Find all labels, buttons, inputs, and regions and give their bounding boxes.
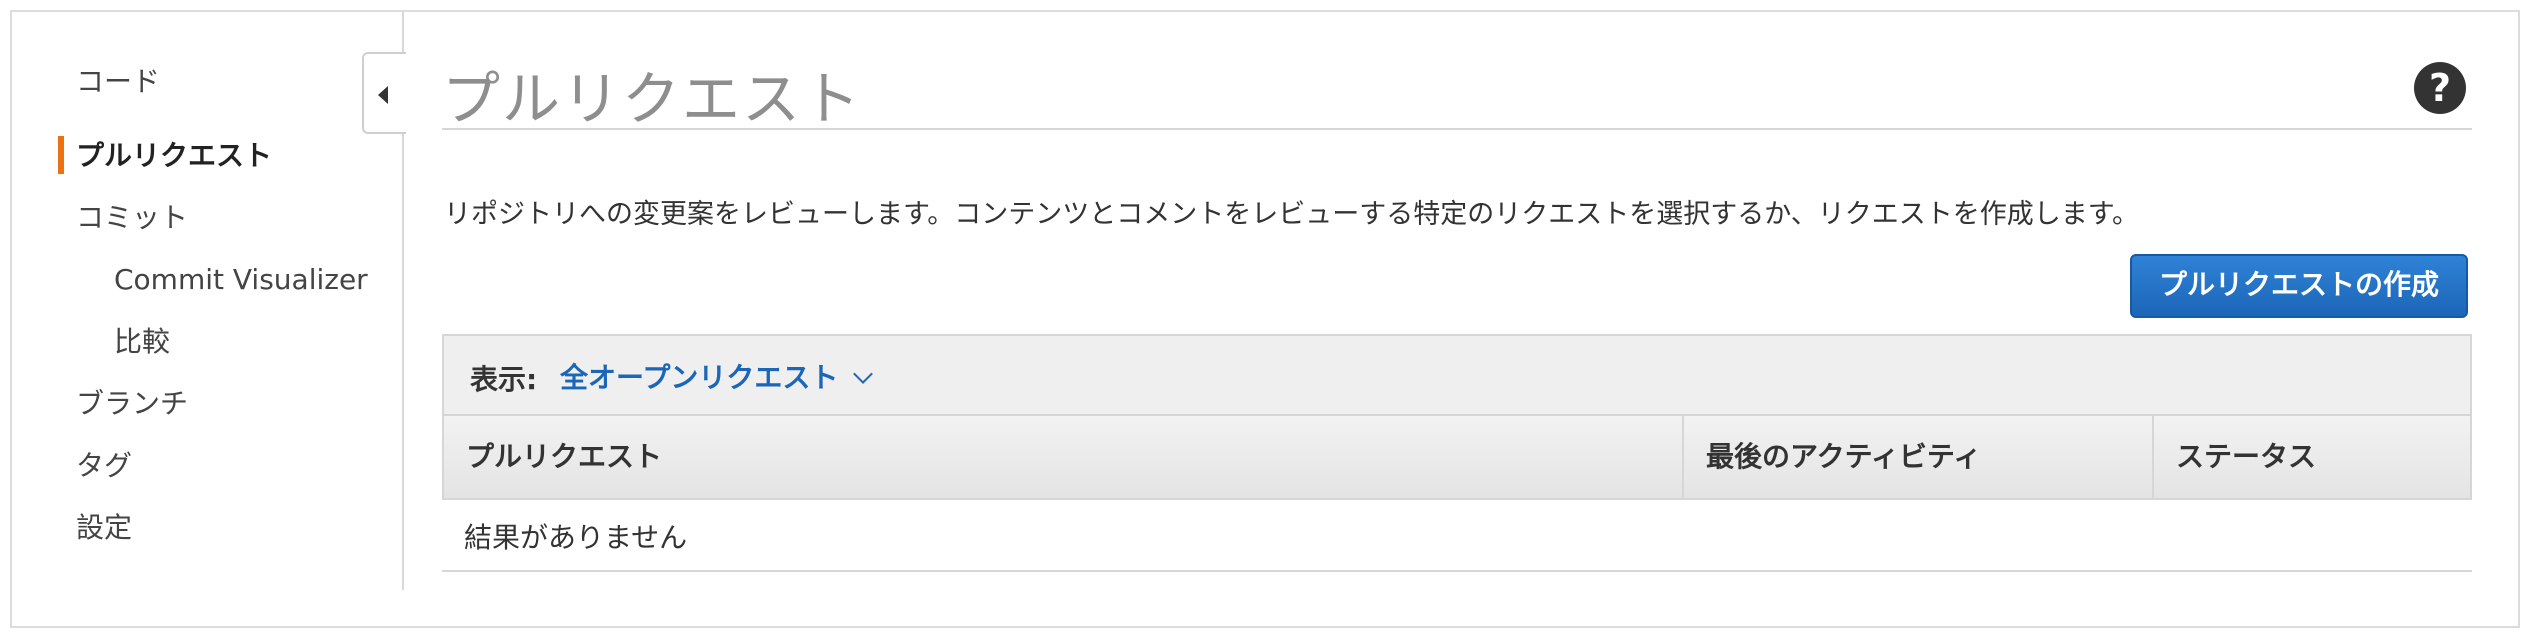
sidebar-item-branches[interactable]: ブランチ [76,386,188,422]
empty-message: 結果がありません [464,521,688,554]
sidebar-item-pull-requests[interactable]: プルリクエスト [76,138,272,174]
filter-label: 表示: [470,363,538,396]
create-pull-request-button[interactable]: プルリクエストの作成 [2130,254,2468,318]
filter-selected-value: 全オープンリクエスト [560,361,839,394]
sidebar-item-commit-visualizer[interactable]: Commit Visualizer [114,262,368,298]
page-title: プルリクエスト [442,65,863,133]
sidebar-item-commits[interactable]: コミット [76,200,188,236]
sidebar: コード プルリクエスト コミット Commit Visualizer 比較 ブラ… [12,12,404,590]
sidebar-collapse-button[interactable] [362,52,406,134]
sidebar-item-code[interactable]: コード [76,64,160,100]
filter-dropdown[interactable]: 全オープンリクエスト [560,356,874,396]
help-icon[interactable]: ? [2414,62,2466,114]
app-frame: コード プルリクエスト コミット Commit Visualizer 比較 ブラ… [10,10,2520,628]
filter-bar: 表示: 全オープンリクエスト [442,334,2472,416]
chevron-down-icon [853,364,874,384]
caret-left-icon [378,86,388,104]
column-header-status[interactable]: ステータス [2152,416,2472,498]
sidebar-item-compare[interactable]: 比較 [114,324,170,360]
active-indicator [58,136,64,174]
title-divider [442,128,2472,130]
page-description: リポジトリへの変更案をレビューします。コンテンツとコメントをレビューする特定のリ… [444,199,2140,230]
sidebar-item-tags[interactable]: タグ [76,448,132,484]
table-header: プルリクエスト 最後のアクティビティ ステータス [442,414,2472,500]
sidebar-item-settings[interactable]: 設定 [76,510,132,546]
column-header-last-activity[interactable]: 最後のアクティビティ [1682,416,2152,498]
table-empty-row: 結果がありません [442,500,2472,572]
column-header-pull-request[interactable]: プルリクエスト [444,416,1682,498]
